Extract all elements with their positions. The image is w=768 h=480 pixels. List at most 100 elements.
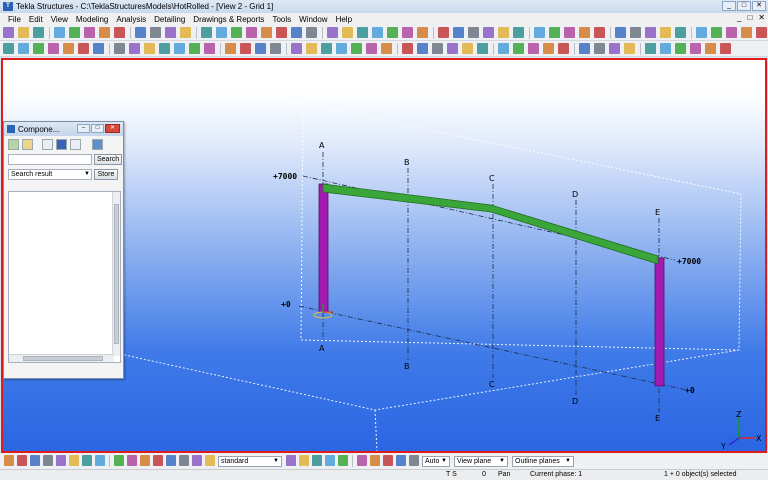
modeling-tool-icon[interactable] <box>498 43 509 54</box>
main-tool-icon[interactable] <box>3 27 14 38</box>
select-tool-icon[interactable] <box>43 455 53 466</box>
close-button[interactable]: ✕ <box>752 1 766 11</box>
modeling-tool-icon[interactable] <box>432 43 443 54</box>
main-tool-icon[interactable] <box>18 27 29 38</box>
modeling-tool-icon[interactable] <box>3 43 14 54</box>
filter-icon[interactable] <box>92 138 103 150</box>
modeling-tool-icon[interactable] <box>204 43 215 54</box>
menu-detailing[interactable]: Detailing <box>150 15 189 24</box>
main-tool-icon[interactable] <box>201 27 212 38</box>
snap-tool-icon[interactable] <box>370 455 380 466</box>
main-tool-icon[interactable] <box>180 27 191 38</box>
modeling-tool-icon[interactable] <box>624 43 635 54</box>
main-tool-icon[interactable] <box>306 27 317 38</box>
menu-edit[interactable]: Edit <box>25 15 47 24</box>
modeling-tool-icon[interactable] <box>381 43 392 54</box>
select-tool-icon[interactable] <box>95 455 105 466</box>
modeling-tool-icon[interactable] <box>63 43 74 54</box>
doc-close-button[interactable]: ✕ <box>758 13 765 22</box>
modeling-tool-icon[interactable] <box>144 43 155 54</box>
select-tool-icon[interactable] <box>69 455 79 466</box>
modeling-tool-icon[interactable] <box>351 43 362 54</box>
main-tool-icon[interactable] <box>696 27 707 38</box>
modeling-tool-icon[interactable] <box>417 43 428 54</box>
doc-restore-button[interactable]: □ <box>747 13 752 22</box>
store-button[interactable]: Store <box>94 169 118 180</box>
details-view-icon[interactable] <box>70 138 81 150</box>
scroll-thumb[interactable] <box>114 204 119 344</box>
list-view-icon[interactable] <box>42 138 53 150</box>
search-result-select[interactable]: Search result ▼ <box>8 169 92 180</box>
main-tool-icon[interactable] <box>675 27 686 38</box>
modeling-tool-icon[interactable] <box>33 43 44 54</box>
select-tool-icon[interactable] <box>56 455 66 466</box>
main-tool-icon[interactable] <box>513 27 524 38</box>
main-tool-icon[interactable] <box>549 27 560 38</box>
modeling-tool-icon[interactable] <box>579 43 590 54</box>
main-tool-icon[interactable] <box>615 27 626 38</box>
main-tool-icon[interactable] <box>726 27 737 38</box>
modeling-tool-icon[interactable] <box>720 43 731 54</box>
menu-view[interactable]: View <box>47 15 72 24</box>
modeling-tool-icon[interactable] <box>18 43 29 54</box>
modeling-tool-icon[interactable] <box>402 43 413 54</box>
main-tool-icon[interactable] <box>645 27 656 38</box>
main-tool-icon[interactable] <box>357 27 368 38</box>
modeling-tool-icon[interactable] <box>543 43 554 54</box>
modeling-tool-icon[interactable] <box>255 43 266 54</box>
main-tool-icon[interactable] <box>327 27 338 38</box>
panel-close-button[interactable]: ✕ <box>105 124 120 133</box>
snap-tool-icon[interactable] <box>383 455 393 466</box>
select-tool-icon[interactable] <box>205 455 215 466</box>
main-tool-icon[interactable] <box>711 27 722 38</box>
main-tool-icon[interactable] <box>33 27 44 38</box>
main-tool-icon[interactable] <box>291 27 302 38</box>
main-tool-icon[interactable] <box>99 27 110 38</box>
main-tool-icon[interactable] <box>630 27 641 38</box>
main-tool-icon[interactable] <box>417 27 428 38</box>
modeling-tool-icon[interactable] <box>705 43 716 54</box>
snap-depth-select[interactable]: Auto ▼ <box>422 455 450 467</box>
main-tool-icon[interactable] <box>69 27 80 38</box>
panel-title-bar[interactable]: Compone... – □ ✕ <box>4 122 123 136</box>
select-tool-icon[interactable] <box>166 455 176 466</box>
main-tool-icon[interactable] <box>114 27 125 38</box>
modeling-tool-icon[interactable] <box>174 43 185 54</box>
modeling-tool-icon[interactable] <box>462 43 473 54</box>
main-tool-icon[interactable] <box>660 27 671 38</box>
select-tool-icon[interactable] <box>114 455 124 466</box>
scroll-thumb[interactable] <box>23 356 103 361</box>
maximize-button[interactable]: □ <box>737 1 751 11</box>
modeling-tool-icon[interactable] <box>675 43 686 54</box>
panel-maximize-button[interactable]: □ <box>91 124 104 133</box>
main-tool-icon[interactable] <box>54 27 65 38</box>
modeling-tool-icon[interactable] <box>528 43 539 54</box>
selection-filter-select[interactable]: standard ▼ <box>218 455 282 467</box>
modeling-tool-icon[interactable] <box>240 43 251 54</box>
modeling-tool-icon[interactable] <box>225 43 236 54</box>
menu-file[interactable]: File <box>4 15 25 24</box>
main-tool-icon[interactable] <box>534 27 545 38</box>
modeling-tool-icon[interactable] <box>291 43 302 54</box>
main-tool-icon[interactable] <box>165 27 176 38</box>
main-tool-icon[interactable] <box>402 27 413 38</box>
modeling-tool-icon[interactable] <box>513 43 524 54</box>
snap-tool-icon[interactable] <box>286 455 296 466</box>
outline-planes-select[interactable]: Outline planes ▼ <box>512 455 574 467</box>
snap-tool-icon[interactable] <box>325 455 335 466</box>
work-plane-select[interactable]: View plane ▼ <box>454 455 508 467</box>
snap-tool-icon[interactable] <box>312 455 322 466</box>
select-tool-icon[interactable] <box>192 455 202 466</box>
select-tool-icon[interactable] <box>17 455 27 466</box>
modeling-tool-icon[interactable] <box>78 43 89 54</box>
folder-icon[interactable] <box>22 138 33 150</box>
main-tool-icon[interactable] <box>216 27 227 38</box>
modeling-tool-icon[interactable] <box>336 43 347 54</box>
modeling-tool-icon[interactable] <box>366 43 377 54</box>
select-tool-icon[interactable] <box>179 455 189 466</box>
modeling-tool-icon[interactable] <box>690 43 701 54</box>
modeling-tool-icon[interactable] <box>558 43 569 54</box>
main-tool-icon[interactable] <box>246 27 257 38</box>
main-tool-icon[interactable] <box>483 27 494 38</box>
modeling-tool-icon[interactable] <box>594 43 605 54</box>
